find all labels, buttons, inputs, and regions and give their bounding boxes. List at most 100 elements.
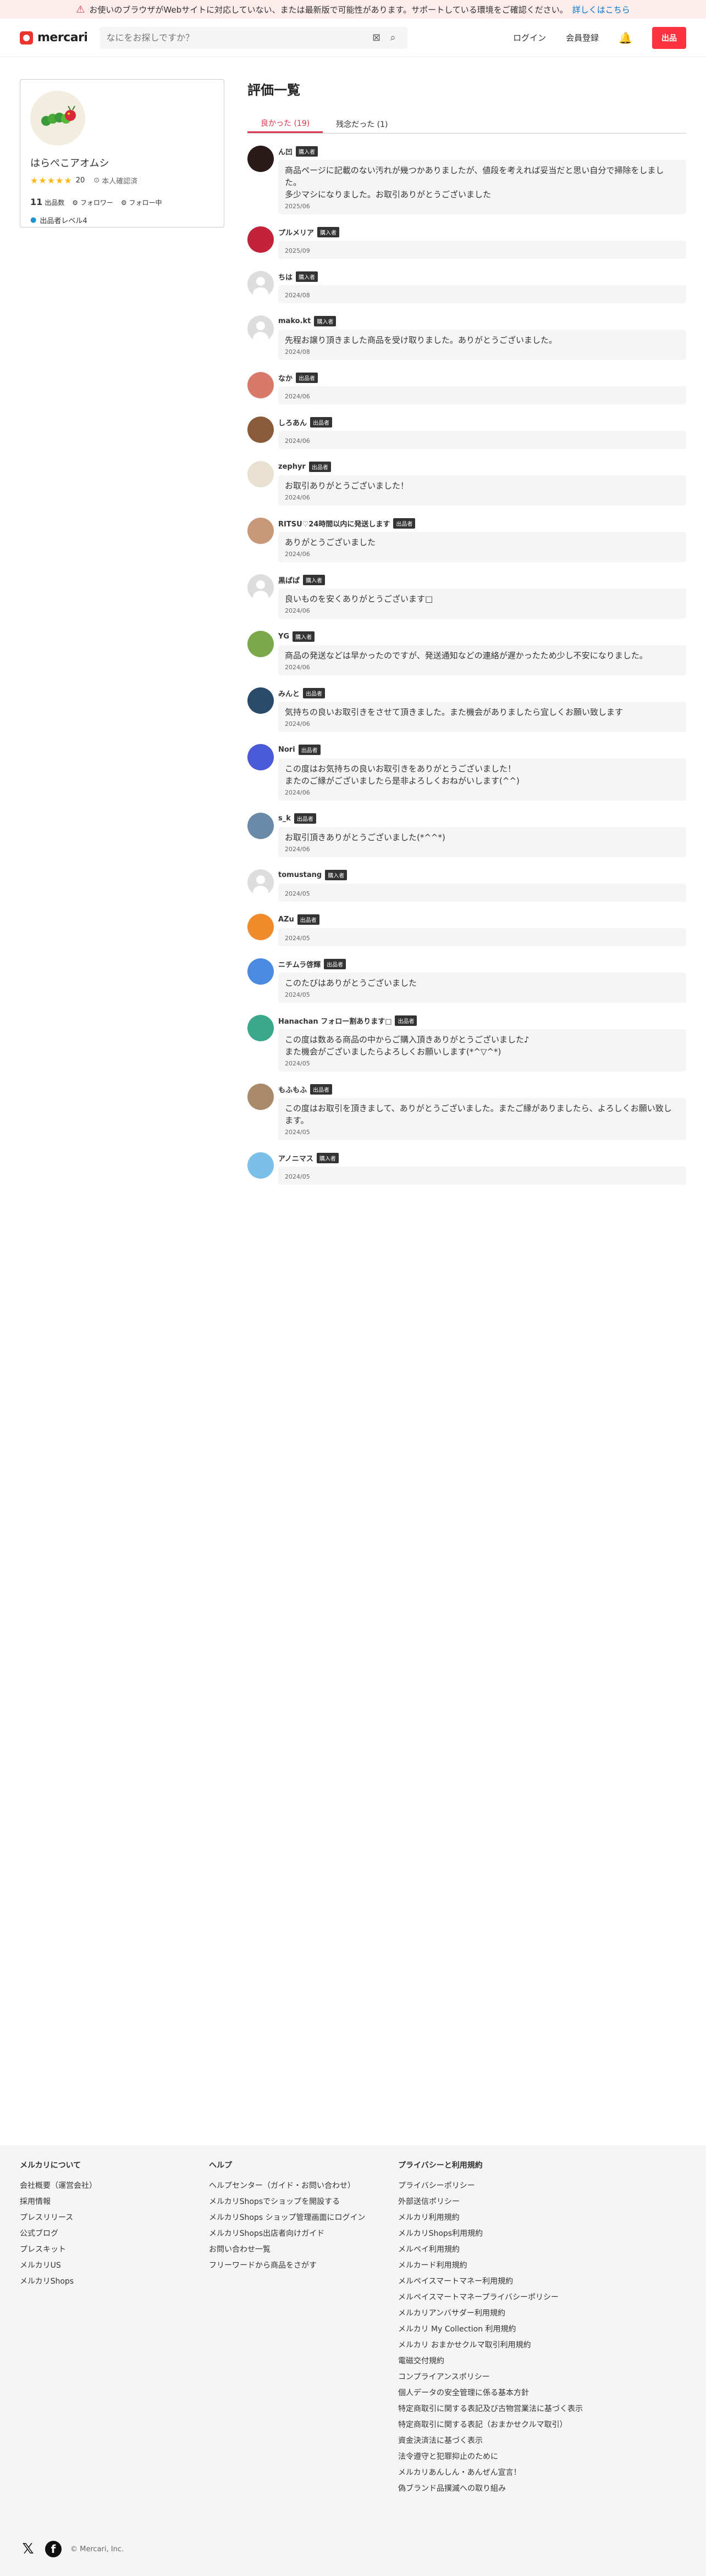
reviewer-avatar[interactable]	[247, 869, 274, 896]
followers-stat[interactable]: ⚙ フォロワー	[72, 198, 113, 207]
reviewer-avatar[interactable]	[247, 958, 274, 985]
reviewer-avatar[interactable]	[247, 1084, 274, 1110]
reviewer-name[interactable]: s_k	[278, 814, 291, 823]
reviewer-name[interactable]: ニチムラ啓輝	[278, 959, 321, 969]
reviewer-avatar[interactable]	[247, 1015, 274, 1041]
review-body: tomustang 購入者 2024/05	[278, 869, 686, 902]
review-comment-box: 商品ページに記載のない汚れが幾つかありましたが、値段を考えれば妥当だと思い自分で…	[278, 160, 686, 214]
seller-level[interactable]: ● 出品者レベル4	[30, 215, 214, 225]
facebook-icon[interactable]: f	[45, 2541, 62, 2557]
reviewer-avatar[interactable]	[247, 271, 274, 297]
following-stat[interactable]: ⚙ フォロー中	[121, 198, 162, 207]
review-header: s_k 出品者	[278, 813, 686, 824]
reviewer-name[interactable]: Nori	[278, 746, 295, 754]
warning-details-link[interactable]: 詳しくはこちら	[572, 4, 630, 15]
tab-good[interactable]: 良かった (19)	[247, 115, 323, 133]
footer-link[interactable]: 特定商取引に関する表記及び古物営業法に基づく表示	[398, 2401, 587, 2417]
footer-link[interactable]: フリーワードから商品をさがす	[209, 2258, 398, 2274]
footer-link[interactable]: 会社概要（運営会社）	[20, 2178, 209, 2194]
verified-badge: ⊙ 本人確認済	[93, 175, 137, 186]
tab-bad[interactable]: 残念だった (1)	[323, 115, 401, 133]
clear-search-icon[interactable]: ⊠	[368, 32, 384, 43]
footer-link[interactable]: メルカリ My Collection 利用規約	[398, 2322, 587, 2338]
login-link[interactable]: ログイン	[513, 32, 546, 43]
footer-link[interactable]: メルペイスマートマネー利用規約	[398, 2274, 587, 2290]
footer-link[interactable]: メルカリShops出店者向けガイド	[209, 2226, 398, 2242]
reviewer-avatar[interactable]	[247, 1152, 274, 1179]
reviewer-name[interactable]: 黒ぱぱ	[278, 575, 300, 585]
role-badge: 出品者	[297, 914, 319, 925]
reviewer-name[interactable]: なか	[278, 373, 293, 383]
reviewer-avatar[interactable]	[247, 226, 274, 253]
reviewer-avatar[interactable]	[247, 813, 274, 839]
reviewer-avatar[interactable]	[247, 461, 274, 487]
footer-link[interactable]: プレスキット	[20, 2242, 209, 2258]
reviewer-avatar[interactable]	[247, 518, 274, 544]
review-comment-box: 気持ちの良いお取引きをさせて頂きました。また機会がありましたら宜しくお願い致しま…	[278, 702, 686, 732]
reviewer-name[interactable]: RITSU♡24時間以内に発送します	[278, 518, 390, 529]
footer-link[interactable]: メルカリShops ショップ管理画面にログイン	[209, 2210, 398, 2226]
footer-link[interactable]: 個人データの安全管理に係る基本方針	[398, 2385, 587, 2401]
reviewer-avatar[interactable]	[247, 687, 274, 714]
footer-link[interactable]: メルカリShops利用規約	[398, 2226, 587, 2242]
footer-link[interactable]: お問い合わせ一覧	[209, 2242, 398, 2258]
reviewer-avatar[interactable]	[247, 631, 274, 657]
footer-link[interactable]: ヘルプセンター（ガイド・お問い合わせ）	[209, 2178, 398, 2194]
footer-link[interactable]: メルペイスマートマネープライバシーポリシー	[398, 2290, 587, 2306]
sell-button[interactable]: 出品	[652, 26, 686, 49]
profile-rating[interactable]: ★★★★★ 20 ⊙ 本人確認済	[30, 175, 214, 186]
reviewer-avatar[interactable]	[247, 914, 274, 940]
reviewer-avatar[interactable]	[247, 372, 274, 398]
reviewer-avatar[interactable]	[247, 744, 274, 770]
search-icon[interactable]: ⌕	[384, 32, 401, 43]
reviewer-name[interactable]: YG	[278, 632, 289, 641]
footer-link[interactable]: メルカリあんしん・あんぜん宣言！	[398, 2465, 587, 2481]
search-input[interactable]	[106, 32, 368, 43]
reviewer-name[interactable]: tomustang	[278, 871, 322, 879]
reviewer-name[interactable]: ちは	[278, 271, 293, 282]
reviewer-name[interactable]: mako.kt	[278, 317, 311, 325]
footer-link[interactable]: コンプライアンスポリシー	[398, 2369, 587, 2385]
signup-link[interactable]: 会員登録	[566, 32, 599, 43]
review-item: ニチムラ啓輝 出品者 このたびはありがとうございました 2024/05	[247, 958, 686, 1003]
review-item: zephyr 出品者 お取引ありがとうございました！ 2024/06	[247, 461, 686, 506]
mercari-logo[interactable]: mercari	[20, 31, 88, 45]
footer-link[interactable]: メルカリShops	[20, 2274, 209, 2290]
reviewer-name[interactable]: Hanachan フォロー割あります□	[278, 1015, 391, 1026]
reviewer-name[interactable]: プルメリア	[278, 227, 314, 237]
footer-link[interactable]: メルカリShopsでショップを開設する	[209, 2194, 398, 2210]
footer-link[interactable]: 公式ブログ	[20, 2226, 209, 2242]
reviewer-name[interactable]: zephyr	[278, 463, 306, 471]
footer-link[interactable]: 法令遵守と犯罪抑止のために	[398, 2449, 587, 2465]
reviewer-name[interactable]: AZu	[278, 915, 294, 924]
footer-link[interactable]: 採用情報	[20, 2194, 209, 2210]
review-header: mako.kt 購入者	[278, 315, 686, 326]
footer-link[interactable]: 特定商取引に関する表記（おまかせクルマ取引）	[398, 2417, 587, 2433]
footer-link[interactable]: 外部送信ポリシー	[398, 2194, 587, 2210]
notification-bell-icon[interactable]: 🔔	[619, 31, 632, 45]
reviewer-avatar[interactable]	[247, 146, 274, 172]
footer-link[interactable]: メルカード利用規約	[398, 2258, 587, 2274]
reviewer-avatar[interactable]	[247, 574, 274, 601]
footer-link[interactable]: メルペイ利用規約	[398, 2242, 587, 2258]
reviewer-avatar[interactable]	[247, 417, 274, 443]
footer-link[interactable]: 偽ブランド品撲滅への取り組み	[398, 2481, 587, 2497]
footer-link[interactable]: メルカリ おまかせクルマ取引利用規約	[398, 2338, 587, 2353]
footer-link[interactable]: プライバシーポリシー	[398, 2178, 587, 2194]
footer-link[interactable]: メルカリアンバサダー利用規約	[398, 2306, 587, 2322]
reviewer-name[interactable]: もふもふ	[278, 1084, 307, 1095]
footer-link[interactable]: 電磁交付規約	[398, 2353, 587, 2369]
reviewer-name[interactable]: アノニマス	[278, 1153, 313, 1163]
x-icon[interactable]: 𝕏	[20, 2541, 36, 2557]
reviewer-name[interactable]: しろあん	[278, 417, 307, 428]
reviewer-name[interactable]: ん凹	[278, 146, 293, 157]
footer-link[interactable]: 資金決済法に基づく表示	[398, 2433, 587, 2449]
review-comment-box: 良いものを安くありがとうございます□ 2024/06	[278, 589, 686, 619]
reviewer-avatar[interactable]	[247, 315, 274, 342]
review-header: 黒ぱぱ 購入者	[278, 574, 686, 585]
footer-link[interactable]: プレスリリース	[20, 2210, 209, 2226]
review-body: YG 購入者 商品の発送などは早かったのですが、発送通知などの連絡が遅かったため少し…	[278, 631, 686, 675]
reviewer-name[interactable]: みんと	[278, 688, 300, 698]
footer-link[interactable]: メルカリ利用規約	[398, 2210, 587, 2226]
footer-link[interactable]: メルカリUS	[20, 2258, 209, 2274]
